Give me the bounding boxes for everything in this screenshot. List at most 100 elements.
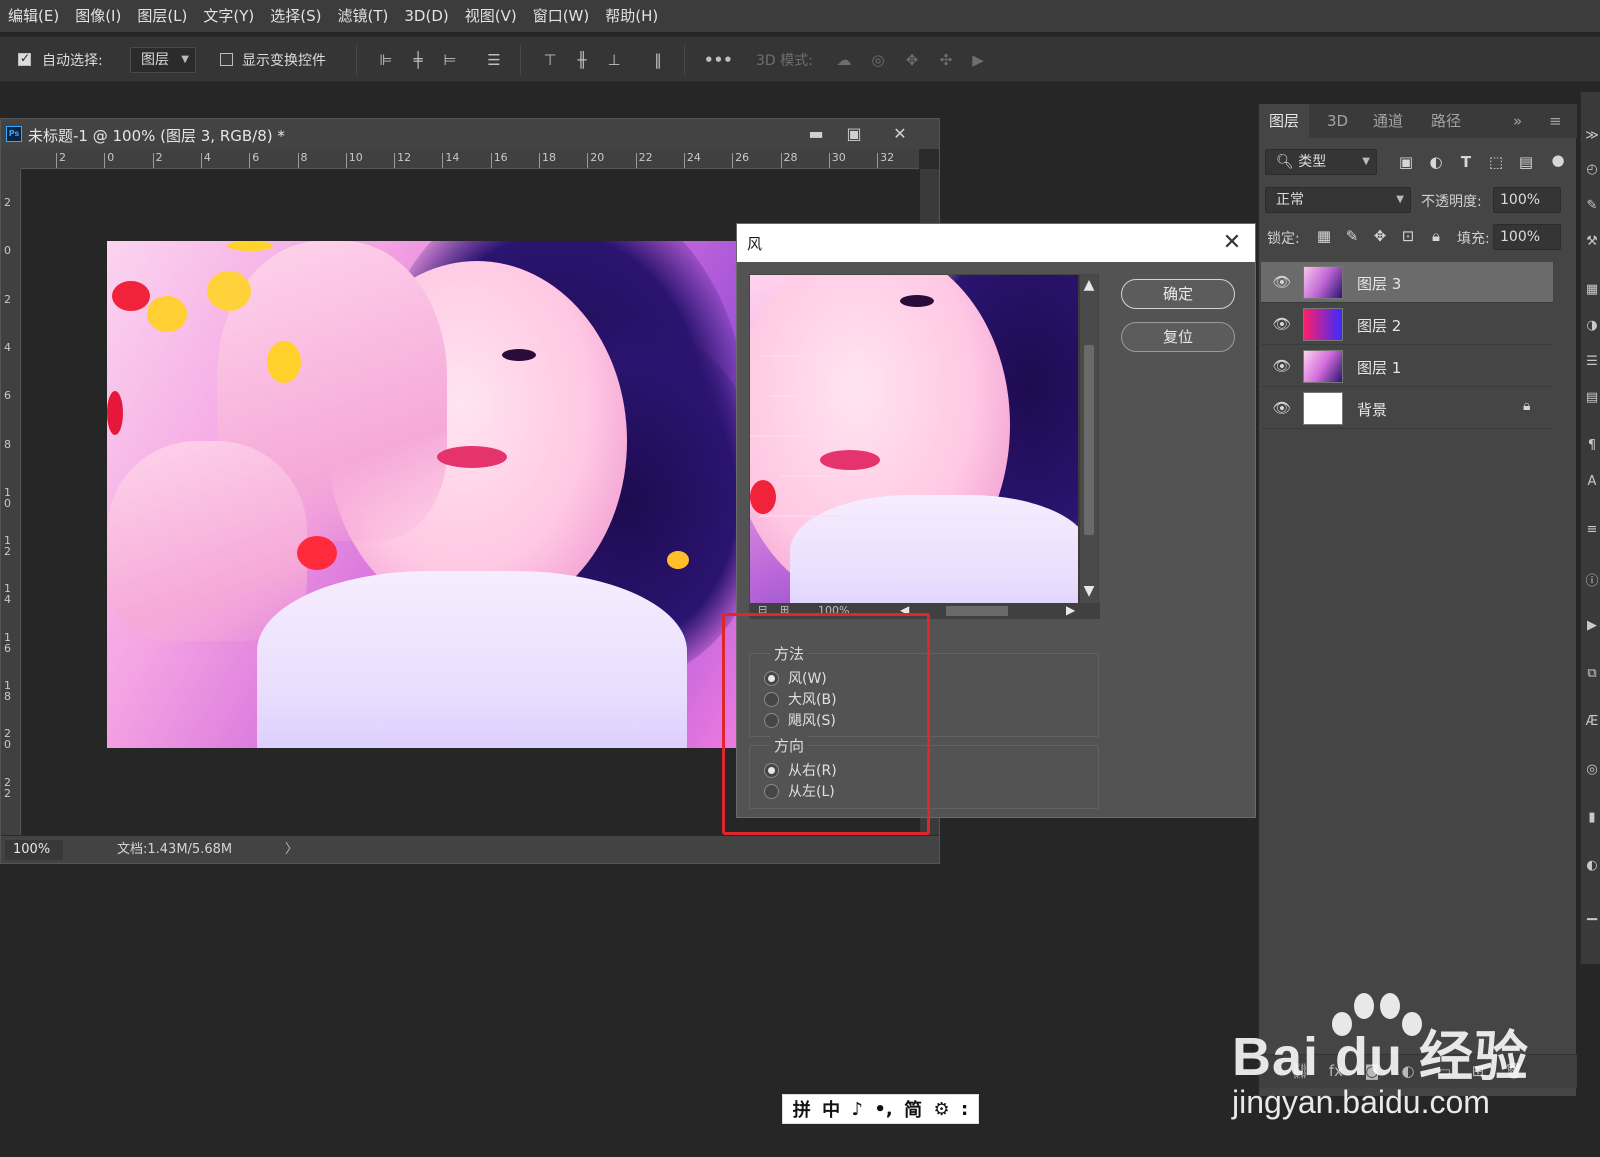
align-vcenter-icon[interactable]: ╫ — [572, 49, 592, 71]
auto-select-checkbox[interactable] — [18, 51, 31, 66]
eye-icon[interactable]: 👁︎ — [1271, 398, 1293, 418]
lock-position-icon[interactable]: ✥ — [1369, 225, 1391, 247]
eye-icon[interactable]: 👁︎ — [1271, 272, 1293, 292]
preview-vertical-scrollbar[interactable]: ▲ ▼ — [1080, 275, 1098, 603]
actions-icon[interactable]: ▶ — [1584, 618, 1600, 636]
distribute-horizontal-icon[interactable]: ‖ — [648, 49, 668, 71]
scroll-thumb[interactable] — [1084, 345, 1094, 535]
3d-slide-icon[interactable]: ✣ — [936, 49, 956, 71]
clone-source-icon[interactable]: ⧉ — [1584, 666, 1600, 684]
align-left-icon[interactable]: ⊫ — [376, 49, 396, 71]
zoom-level-field[interactable]: 100% — [5, 840, 63, 860]
eye-icon[interactable]: 👁︎ — [1271, 314, 1293, 334]
3d-orbit-icon[interactable]: ☁ — [834, 49, 854, 71]
horizontal-ruler[interactable]: 2 0 2 4 6 8 10 12 14 16 18 20 22 24 26 28 30 32 — [21, 149, 919, 169]
align-right-icon[interactable]: ⊨ — [440, 49, 460, 71]
more-options-icon[interactable]: ••• — [704, 49, 733, 71]
scroll-down-icon[interactable]: ▼ — [1080, 583, 1098, 599]
tool-presets-icon[interactable]: ⚒ — [1584, 234, 1600, 252]
timeline-icon[interactable]: ▮ — [1584, 810, 1600, 828]
layer-row[interactable]: 👁︎ 图层 3 — [1261, 262, 1553, 303]
scroll-thumb[interactable] — [946, 606, 1008, 616]
auto-select-target-dropdown[interactable]: 图层 ▼ — [130, 47, 196, 73]
filter-shape-icon[interactable]: ⬚ — [1485, 151, 1507, 173]
menu-type[interactable]: 文字(Y) — [195, 0, 262, 32]
fill-field[interactable]: 100% — [1493, 224, 1561, 250]
ok-button[interactable]: 确定 — [1121, 279, 1235, 309]
ime-chinese-mode[interactable]: 中 — [822, 1096, 840, 1122]
align-icon[interactable]: ≡ — [1584, 522, 1600, 540]
document-titlebar[interactable]: Ps 未标题-1 @ 100% (图层 3, RGB/8) * ▬ ▣ ✕ — [1, 119, 939, 149]
menu-filter[interactable]: 滤镜(T) — [330, 0, 397, 32]
menu-layer[interactable]: 图层(L) — [129, 0, 195, 32]
panel-toggle-icon[interactable]: ≫ — [1584, 128, 1600, 146]
align-top-icon[interactable]: ⊤ — [540, 49, 560, 71]
close-icon[interactable]: ✕ — [1217, 228, 1247, 258]
ime-simplified-mode[interactable]: 简 — [904, 1096, 922, 1122]
swatches-icon[interactable]: ▦ — [1584, 282, 1600, 300]
adjustments-icon[interactable]: ◑ — [1584, 318, 1600, 336]
brush-icon[interactable]: ✎ — [1584, 198, 1600, 216]
menu-edit[interactable]: 编辑(E) — [0, 0, 67, 32]
menu-select[interactable]: 选择(S) — [262, 0, 329, 32]
lock-image-brush-icon[interactable]: ✎ — [1341, 225, 1363, 247]
panel-menu-icon[interactable]: ≡ — [1549, 104, 1562, 138]
tab-channels[interactable]: 通道 — [1373, 104, 1403, 138]
ime-settings-icon[interactable]: ⚙ — [933, 1099, 949, 1120]
paragraph-icon[interactable]: ¶ — [1584, 438, 1600, 456]
distribute-vertical-icon[interactable]: ☰ — [484, 49, 504, 71]
menu-window[interactable]: 窗口(W) — [525, 0, 598, 32]
3d-roll-icon[interactable]: ◎ — [868, 49, 888, 71]
layer-row[interactable]: 👁︎ 背景 🔒︎ — [1261, 388, 1553, 429]
properties-icon[interactable]: ☰ — [1584, 354, 1600, 372]
lock-icon[interactable]: 🔒︎ — [1523, 398, 1530, 414]
ime-pinyin-icon[interactable]: 拼 — [793, 1096, 811, 1122]
filter-type-icon[interactable]: T — [1455, 151, 1477, 173]
panel-collapse-icon[interactable]: » — [1513, 104, 1522, 138]
ime-more-icon[interactable]: : — [961, 1099, 968, 1120]
3d-camera-icon[interactable]: ▶ — [968, 49, 988, 71]
minimize-icon[interactable]: ▬ — [803, 122, 829, 146]
lock-all-icon[interactable]: 🔒︎ — [1425, 225, 1447, 247]
align-bottom-icon[interactable]: ⊥ — [604, 49, 624, 71]
histogram-icon[interactable]: ▁ — [1584, 906, 1600, 924]
close-icon[interactable]: ✕ — [887, 122, 913, 146]
filter-adjustment-icon[interactable]: ◐ — [1425, 151, 1447, 173]
filter-smart-object-icon[interactable]: ▤ — [1515, 151, 1537, 173]
lock-artboard-icon[interactable]: ⊡ — [1397, 225, 1419, 247]
filter-toggle-icon[interactable]: ● — [1547, 149, 1569, 171]
info-icon[interactable]: ⓘ — [1584, 570, 1600, 589]
lock-transparency-icon[interactable]: ▦ — [1313, 225, 1335, 247]
tab-layers[interactable]: 图层 — [1259, 104, 1310, 138]
show-transform-checkbox[interactable] — [220, 53, 233, 66]
menu-3d[interactable]: 3D(D) — [396, 0, 456, 32]
scroll-up-icon[interactable]: ▲ — [1080, 277, 1098, 293]
layer-row[interactable]: 👁︎ 图层 1 — [1261, 346, 1553, 387]
tab-paths[interactable]: 路径 — [1431, 104, 1461, 138]
history-icon[interactable]: ◴ — [1584, 162, 1600, 180]
character-icon[interactable]: A — [1584, 474, 1600, 492]
document-size-info[interactable]: 文档:1.43M/5.68M — [117, 840, 232, 860]
ime-punctuation-icon[interactable]: •, — [874, 1099, 892, 1120]
filter-kind-dropdown[interactable]: 🔍︎ 类型 ▼ — [1265, 149, 1377, 175]
reset-button[interactable]: 复位 — [1121, 322, 1235, 352]
chevron-right-icon[interactable]: 〉 — [285, 840, 298, 860]
libraries-icon[interactable]: ▤ — [1584, 390, 1600, 408]
layer-row[interactable]: 👁︎ 图层 2 — [1261, 304, 1553, 345]
menu-help[interactable]: 帮助(H) — [597, 0, 666, 32]
navigator-icon[interactable]: ◎ — [1584, 762, 1600, 780]
align-hcenter-icon[interactable]: ╪ — [408, 49, 428, 71]
maximize-icon[interactable]: ▣ — [841, 122, 867, 146]
filter-pixel-icon[interactable]: ▣ — [1395, 151, 1417, 173]
scroll-right-icon[interactable]: ▶ — [1066, 603, 1075, 617]
menu-view[interactable]: 视图(V) — [457, 0, 525, 32]
vertical-ruler[interactable]: 2 0 2 4 6 8 10 12 14 16 18 20 22 — [1, 169, 21, 835]
menu-image[interactable]: 图像(I) — [67, 0, 129, 32]
dialog-titlebar[interactable]: 风 ✕ — [737, 224, 1255, 262]
ime-halfwidth-icon[interactable]: ♪ — [851, 1099, 863, 1120]
opacity-field[interactable]: 100% — [1493, 187, 1561, 213]
3d-pan-icon[interactable]: ✥ — [902, 49, 922, 71]
color-icon[interactable]: ◐ — [1584, 858, 1600, 876]
blend-mode-dropdown[interactable]: 正常 ▼ — [1265, 187, 1411, 213]
preview-image[interactable] — [750, 275, 1078, 603]
